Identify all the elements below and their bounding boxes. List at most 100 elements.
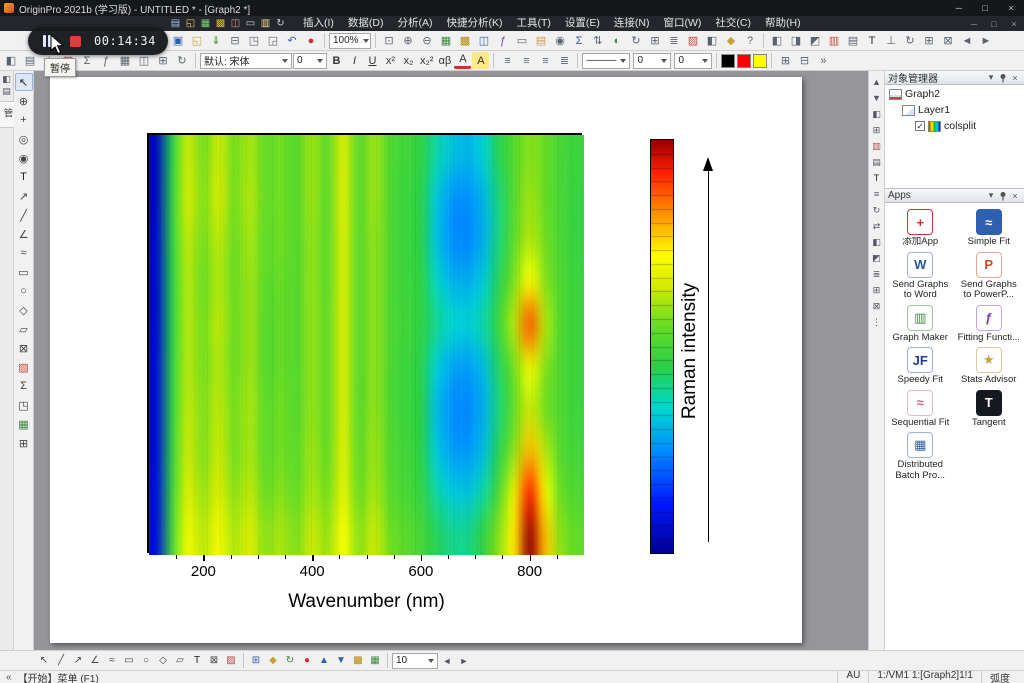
help-button[interactable]: ? bbox=[741, 32, 759, 50]
line-width-combo[interactable]: 0 bbox=[633, 52, 672, 69]
polyline-tool[interactable]: ∠ bbox=[15, 225, 33, 243]
region-tool-button[interactable]: ▱ bbox=[172, 653, 188, 669]
menu-item[interactable]: 插入(I) bbox=[296, 16, 341, 31]
ellipse-tool[interactable]: ○ bbox=[15, 282, 33, 300]
sum-button[interactable]: Σ bbox=[570, 32, 588, 50]
snap-grid-button[interactable]: ⊞ bbox=[646, 32, 664, 50]
minimize-button[interactable]: ─ bbox=[946, 1, 972, 15]
add-inset-button[interactable]: ⊞ bbox=[870, 123, 884, 137]
highlight-button[interactable]: A bbox=[472, 52, 490, 69]
subscript-button[interactable]: x₂ bbox=[400, 52, 417, 69]
more-tools-button[interactable]: ⋮ bbox=[870, 315, 884, 329]
new-function-plot-button[interactable]: ƒ bbox=[494, 32, 512, 50]
colorbar-label[interactable]: Raman intensity bbox=[678, 211, 702, 491]
new-graph-icon[interactable]: ◫ bbox=[228, 17, 243, 30]
add-text-button[interactable]: T bbox=[863, 32, 881, 50]
mask-tool[interactable]: ⊠ bbox=[15, 339, 33, 357]
align-right-button[interactable]: ≡ bbox=[536, 52, 554, 70]
menu-item[interactable]: 快捷分析(K) bbox=[440, 16, 510, 31]
x-axis-title[interactable]: Wavenumber (nm) bbox=[149, 591, 584, 613]
update-button[interactable]: ↻ bbox=[627, 32, 645, 50]
add-graph-layer-button[interactable]: ◧ bbox=[2, 52, 20, 70]
zoom-out-button[interactable]: ⊖ bbox=[418, 32, 436, 50]
next-button[interactable]: ► bbox=[456, 653, 472, 669]
italic-button[interactable]: I bbox=[346, 52, 363, 69]
rotate-button[interactable]: ↻ bbox=[901, 32, 919, 50]
font-size-combo[interactable]: 0 bbox=[293, 52, 327, 69]
maximize-button[interactable]: □ bbox=[972, 1, 998, 15]
color-palette-button[interactable]: ▨ bbox=[684, 32, 702, 50]
panel-menu-button[interactable]: ▾ bbox=[985, 190, 997, 202]
ellipse-tool-button[interactable]: ○ bbox=[138, 653, 154, 669]
underline-button[interactable]: U bbox=[364, 52, 381, 69]
sort-button[interactable]: ⇅ bbox=[589, 32, 607, 50]
zoom-in-button[interactable]: ⊕ bbox=[399, 32, 417, 50]
rectangle-tool[interactable]: ▭ bbox=[15, 263, 33, 281]
app-item-simple-fit[interactable]: ≈ Simple Fit bbox=[956, 209, 1023, 248]
new-legend-button[interactable]: ▤ bbox=[21, 52, 39, 70]
menu-item[interactable]: 窗口(W) bbox=[657, 16, 709, 31]
collapse-dock-icon[interactable]: ◧ bbox=[1, 73, 13, 85]
add-layer-button[interactable]: ◧ bbox=[870, 107, 884, 121]
app-item-distributed-batch-pro[interactable]: ▦ Distributed Batch Pro... bbox=[887, 432, 954, 481]
line-tool[interactable]: ╱ bbox=[15, 206, 33, 224]
align-center-button[interactable]: ≡ bbox=[517, 52, 535, 70]
menu-item[interactable]: 数据(D) bbox=[341, 16, 391, 31]
add-object-button[interactable]: ⊞ bbox=[248, 653, 264, 669]
layer-up-button[interactable]: ▲ bbox=[870, 75, 884, 89]
add-color-scale-button[interactable]: ▥ bbox=[825, 32, 843, 50]
open-file-button[interactable]: ◱ bbox=[188, 32, 206, 50]
menu-item[interactable]: 社交(C) bbox=[708, 16, 758, 31]
angle-combo[interactable]: 0 bbox=[674, 52, 713, 69]
align-left-button[interactable]: ◧ bbox=[870, 235, 884, 249]
save-project-button[interactable]: ▣ bbox=[169, 32, 187, 50]
line-spacing-button[interactable]: ≣ bbox=[555, 52, 573, 70]
distribute-button[interactable]: ≣ bbox=[870, 267, 884, 281]
project-explorer-button[interactable]: ◧ bbox=[703, 32, 721, 50]
tree-item-colsplit[interactable]: ✓ colsplit bbox=[885, 118, 1024, 134]
polyline-tool-button[interactable]: ∠ bbox=[87, 653, 103, 669]
region-tool[interactable]: ▱ bbox=[15, 320, 33, 338]
app-item-fitting-functi[interactable]: ƒ Fitting Functi... bbox=[956, 304, 1023, 344]
move-up-button[interactable]: ▲ bbox=[316, 653, 332, 669]
add-legend-button[interactable]: ▤ bbox=[870, 155, 884, 169]
script-window-button[interactable]: ≣ bbox=[665, 32, 683, 50]
zoom-level-combo[interactable]: 100% bbox=[329, 32, 371, 49]
zoom-tool[interactable]: ⊕ bbox=[15, 92, 33, 110]
app-item-app[interactable]: + 添加App bbox=[887, 209, 954, 248]
new-matrix-icon[interactable]: ▩ bbox=[213, 17, 228, 30]
greek-button[interactable]: αβ bbox=[436, 52, 453, 69]
color-swatch[interactable] bbox=[753, 53, 768, 68]
new-notes-icon[interactable]: ▥ bbox=[258, 17, 273, 30]
arrow-tool-button[interactable]: ↗ bbox=[70, 653, 86, 669]
pin-icon[interactable] bbox=[997, 72, 1009, 84]
menu-item[interactable]: 分析(A) bbox=[391, 16, 440, 31]
print-button[interactable]: ⊟ bbox=[226, 32, 244, 50]
close-button[interactable]: × bbox=[998, 1, 1024, 15]
line-tool-button[interactable]: ╱ bbox=[53, 653, 69, 669]
pointer-tool-button[interactable]: ↖ bbox=[36, 653, 52, 669]
text-tool[interactable]: T bbox=[15, 168, 33, 186]
update-graph-button[interactable]: ↻ bbox=[282, 653, 298, 669]
extract-layers-button[interactable]: ◩ bbox=[806, 32, 824, 50]
app-item-stats-advisor[interactable]: ★ Stats Advisor bbox=[956, 347, 1023, 386]
app-item-speedy-fit[interactable]: JF Speedy Fit bbox=[887, 347, 954, 386]
move-down-button[interactable]: ▼ bbox=[333, 653, 349, 669]
marker-button[interactable]: ● bbox=[299, 653, 315, 669]
pin-icon[interactable] bbox=[997, 190, 1009, 202]
menu-item[interactable]: 连接(N) bbox=[607, 16, 657, 31]
app-item-send-graphs-to-powerp[interactable]: P Send Graphs to PowerP... bbox=[956, 251, 1023, 301]
child-close-button[interactable]: × bbox=[1004, 17, 1024, 31]
super-subscript-button[interactable]: x₂² bbox=[418, 52, 435, 69]
scroll-right-button[interactable]: ► bbox=[977, 32, 995, 50]
color-swatch[interactable] bbox=[721, 53, 736, 68]
new-link-button[interactable]: ◆ bbox=[265, 653, 281, 669]
palette-button[interactable]: ▦ bbox=[367, 653, 383, 669]
add-legend-button[interactable]: ▤ bbox=[844, 32, 862, 50]
refresh-icon[interactable]: ↻ bbox=[273, 17, 288, 30]
app-item-graph-maker[interactable]: ▥ Graph Maker bbox=[887, 304, 954, 344]
group-button[interactable]: ⊞ bbox=[870, 283, 884, 297]
pause-button[interactable] bbox=[38, 32, 56, 50]
new-project-icon[interactable]: ▤ bbox=[168, 17, 183, 30]
new-layout-icon[interactable]: ▭ bbox=[243, 17, 258, 30]
